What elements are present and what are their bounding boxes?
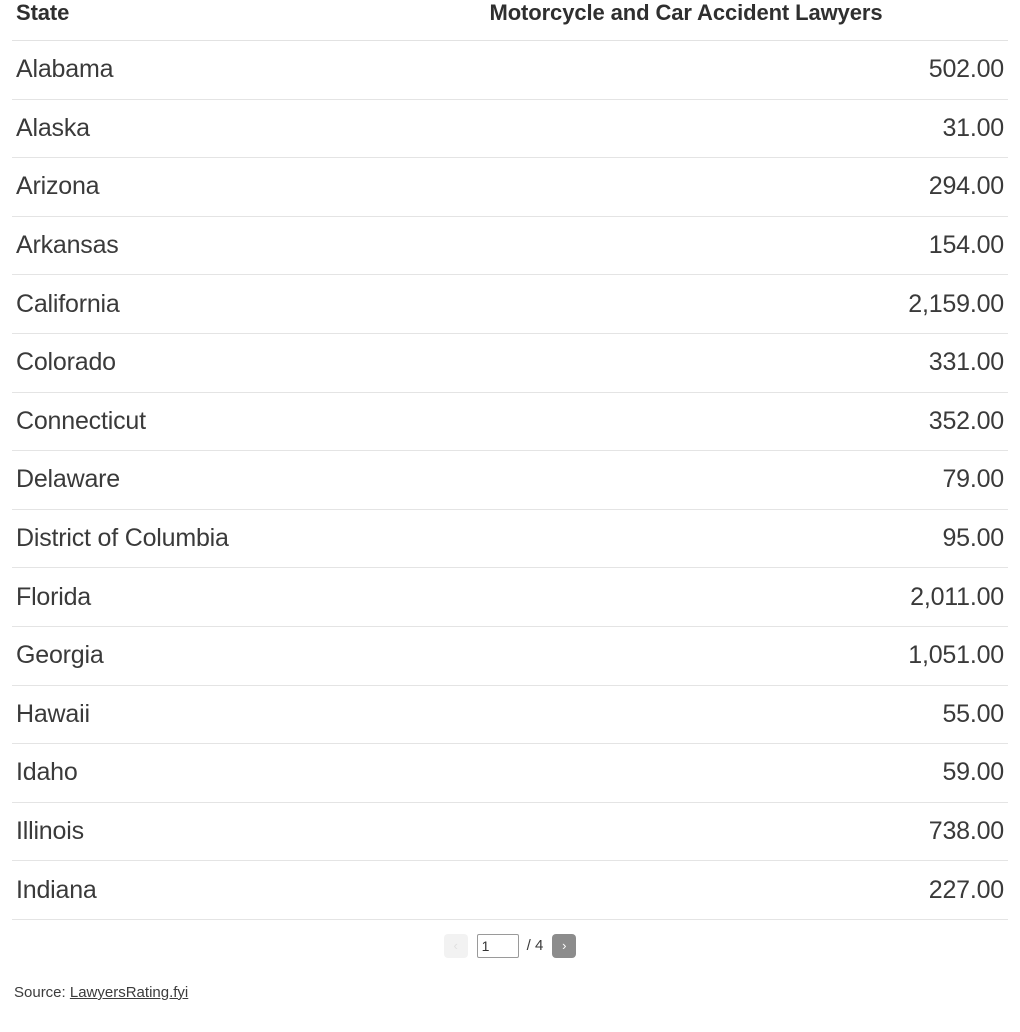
- table-container: State Motorcycle and Car Accident Lawyer…: [0, 0, 1020, 920]
- table-row: Arizona 294.00: [12, 157, 1008, 217]
- pagination-controls: ‹ / 4 ›: [0, 922, 1020, 970]
- cell-value: 738.00: [364, 802, 1008, 862]
- cell-value: 2,159.00: [364, 274, 1008, 334]
- column-header-metric[interactable]: Motorcycle and Car Accident Lawyers: [364, 0, 1008, 41]
- cell-state: Alabama: [12, 40, 364, 100]
- table-row: Alaska 31.00: [12, 99, 1008, 159]
- table-row: Florida 2,011.00: [12, 567, 1008, 627]
- cell-state: Illinois: [12, 802, 364, 862]
- table-row: Illinois 738.00: [12, 802, 1008, 862]
- cell-state: Indiana: [12, 860, 364, 920]
- cell-state: Arizona: [12, 157, 364, 217]
- cell-state: Idaho: [12, 743, 364, 803]
- table-header-row: State Motorcycle and Car Accident Lawyer…: [12, 0, 1008, 41]
- cell-value: 31.00: [364, 99, 1008, 159]
- table-row: District of Columbia 95.00: [12, 509, 1008, 569]
- total-pages-label: / 4: [526, 937, 544, 955]
- table-row: Colorado 331.00: [12, 333, 1008, 393]
- source-link[interactable]: LawyersRating.fyi: [70, 984, 188, 1001]
- table-row: Hawaii 55.00: [12, 685, 1008, 745]
- column-header-state[interactable]: State: [12, 0, 364, 41]
- cell-state: Georgia: [12, 626, 364, 686]
- cell-state: Colorado: [12, 333, 364, 393]
- table-row: Georgia 1,051.00: [12, 626, 1008, 686]
- cell-state: District of Columbia: [12, 509, 364, 569]
- cell-state: Alaska: [12, 99, 364, 159]
- source-label: Source:: [14, 983, 70, 1001]
- cell-value: 154.00: [364, 216, 1008, 276]
- cell-state: Connecticut: [12, 392, 364, 452]
- next-page-button[interactable]: ›: [552, 933, 577, 958]
- table-row: Alabama 502.00: [12, 40, 1008, 100]
- cell-value: 2,011.00: [364, 567, 1008, 627]
- table-header: State Motorcycle and Car Accident Lawyer…: [12, 0, 1008, 41]
- cell-value: 55.00: [364, 685, 1008, 745]
- accident-lawyers-table: State Motorcycle and Car Accident Lawyer…: [12, 0, 1008, 920]
- cell-state: Hawaii: [12, 685, 364, 745]
- cell-value: 352.00: [364, 392, 1008, 452]
- page-number-input[interactable]: [476, 933, 519, 958]
- cell-value: 294.00: [364, 157, 1008, 217]
- cell-value: 1,051.00: [364, 626, 1008, 686]
- table-row: Delaware 79.00: [12, 450, 1008, 510]
- cell-value: 59.00: [364, 743, 1008, 803]
- source-footer: Source: LawyersRating.fyi: [0, 984, 1020, 1001]
- table-body: Alabama 502.00 Alaska 31.00 Arizona 294.00 Ark…: [12, 40, 1008, 920]
- table-row: Idaho 59.00: [12, 743, 1008, 803]
- table-row: Connecticut 352.00: [12, 392, 1008, 452]
- cell-state: Florida: [12, 567, 364, 627]
- previous-page-button[interactable]: ‹: [443, 933, 468, 958]
- cell-value: 95.00: [364, 509, 1008, 569]
- cell-state: Arkansas: [12, 216, 364, 276]
- cell-value: 331.00: [364, 333, 1008, 393]
- cell-value: 502.00: [364, 40, 1008, 100]
- table-row: California 2,159.00: [12, 274, 1008, 334]
- table-row: Indiana 227.00: [12, 860, 1008, 920]
- cell-value: 79.00: [364, 450, 1008, 510]
- cell-state: California: [12, 274, 364, 334]
- cell-state: Delaware: [12, 450, 364, 510]
- table-row: Arkansas 154.00: [12, 216, 1008, 276]
- cell-value: 227.00: [364, 860, 1008, 920]
